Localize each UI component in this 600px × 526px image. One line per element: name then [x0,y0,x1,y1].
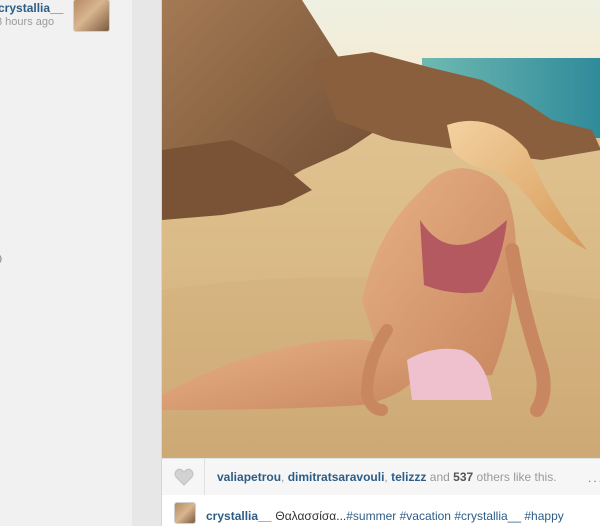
hashtag-link[interactable]: #summer [346,509,396,523]
hashtag-link[interactable]: #happy [524,509,563,523]
liker-link[interactable]: valiapetrou [217,470,281,484]
caption: crystallia__ Θαλασσίσα...#summer #vacatio… [206,509,564,523]
post-card: valiapetrou, dimitratsaravouli, telizzz … [161,0,600,526]
hashtag-link[interactable]: #crystallia__ [454,509,521,523]
post-username[interactable]: crystallia__ [0,1,63,15]
likes-bar: valiapetrou, dimitratsaravouli, telizzz … [162,458,600,496]
post-header: crystallia__ 3 hours ago [0,0,132,34]
more-options-button[interactable]: ... [588,471,600,485]
caption-username[interactable]: crystallia__ [206,509,271,523]
previous-arrow-icon[interactable] [0,252,4,266]
likes-divider [204,459,205,495]
previous-post-column: crystallia__ 3 hours ago [0,0,132,526]
liker-link[interactable]: dimitratsaravouli [288,470,385,484]
likes-connector: and [429,470,450,484]
liker-link[interactable]: telizzz [391,470,426,484]
likes-summary: valiapetrou, dimitratsaravouli, telizzz … [217,470,557,484]
likes-suffix: others like this. [476,470,557,484]
post-photo[interactable] [162,0,600,458]
post-timestamp: 3 hours ago [0,16,55,28]
avatar[interactable] [74,0,109,31]
caption-body: Θαλασσίσα... [275,509,347,523]
hashtag-link[interactable]: #vacation [400,509,451,523]
post-photo-image [162,0,600,458]
likes-count[interactable]: 537 [453,470,473,484]
caption-avatar[interactable] [175,503,195,523]
heart-icon[interactable] [174,468,194,486]
gutter [132,0,161,526]
caption-row: crystallia__ Θαλασσίσα...#summer #vacatio… [162,495,600,526]
